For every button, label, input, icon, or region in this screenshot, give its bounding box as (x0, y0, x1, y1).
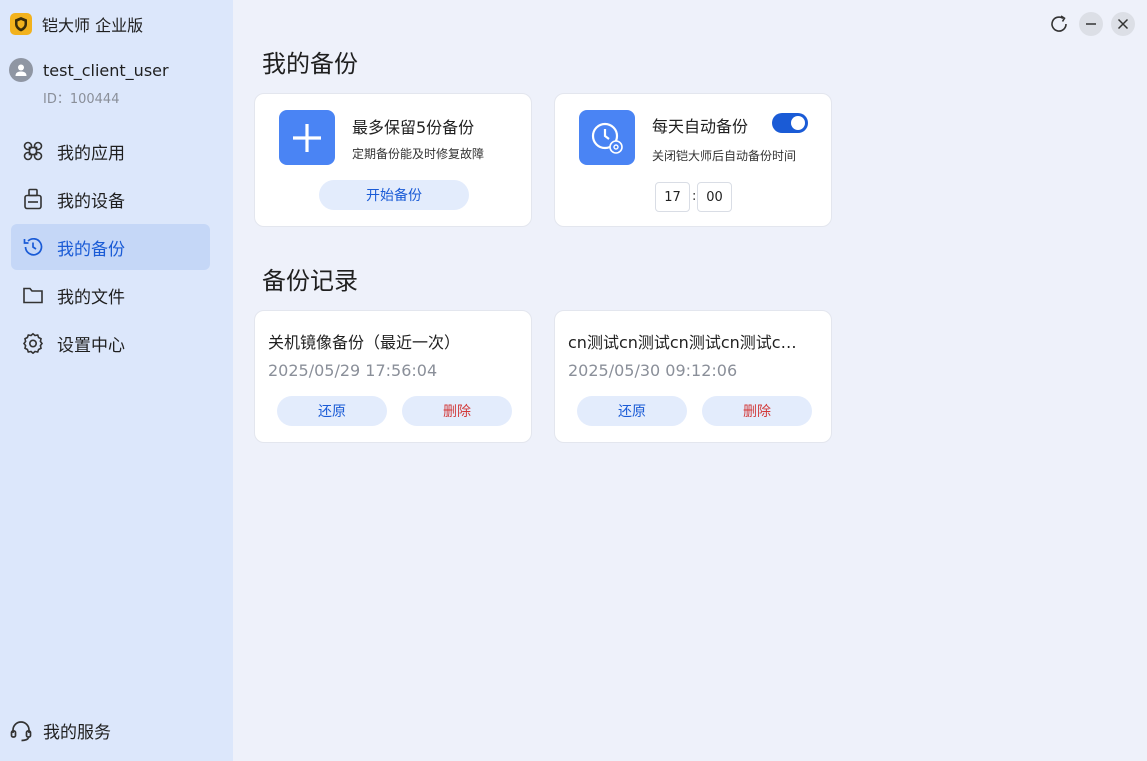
refresh-button[interactable] (1047, 12, 1071, 36)
manual-backup-card: 最多保留5份备份 定期备份能及时修复故障 开始备份 (254, 93, 532, 227)
backup-record-card: 关机镜像备份（最近一次） 2025/05/29 17:56:04 还原 删除 (254, 310, 532, 443)
auto-backup-title: 每天自动备份 (652, 117, 749, 136)
manual-backup-title: 最多保留5份备份 (352, 118, 475, 137)
sidebar-item-label: 我的应用 (57, 143, 125, 164)
backup-minute-input[interactable]: 00 (697, 182, 732, 212)
plus-icon (293, 123, 321, 152)
user-icon (15, 64, 27, 76)
user-info: test_client_user ID：100444 (9, 58, 169, 107)
auto-backup-tile (579, 110, 635, 165)
headset-icon (10, 720, 32, 741)
close-icon (1117, 18, 1129, 30)
backup-section-title: 我的备份 (262, 50, 358, 78)
record-title: 关机镜像备份（最近一次） (268, 333, 461, 352)
restore-button[interactable]: 还原 (277, 396, 387, 426)
delete-button[interactable]: 删除 (402, 396, 512, 426)
sidebar-nav: 我的应用 我的设备 我的备份 我的文件 设置中心 (11, 128, 210, 368)
manual-backup-subtitle: 定期备份能及时修复故障 (352, 147, 485, 161)
delete-button[interactable]: 删除 (702, 396, 812, 426)
user-name: test_client_user (43, 60, 169, 80)
add-backup-tile (279, 110, 335, 165)
my-service-link[interactable]: 我的服务 (9, 718, 111, 743)
gear-icon (21, 331, 45, 355)
close-button[interactable] (1111, 12, 1135, 36)
refresh-icon (1051, 15, 1067, 32)
apps-icon (21, 139, 45, 163)
sidebar: 铠大师 企业版 test_client_user ID：100444 我的应用 (0, 0, 233, 761)
record-time: 2025/05/30 09:12:06 (568, 361, 738, 380)
sidebar-item-files[interactable]: 我的文件 (11, 272, 210, 318)
sidebar-item-label: 我的设备 (57, 191, 125, 212)
restore-button[interactable]: 还原 (577, 396, 687, 426)
records-section-title: 备份记录 (262, 267, 358, 295)
record-title: cn测试cn测试cn测试cn测试cn测试cn测试 (568, 333, 804, 352)
record-time: 2025/05/29 17:56:04 (268, 361, 438, 380)
start-backup-button[interactable]: 开始备份 (319, 180, 469, 210)
folder-icon (21, 283, 45, 307)
minimize-button[interactable] (1079, 12, 1103, 36)
shield-logo-icon (10, 13, 32, 35)
toggle-knob (791, 116, 805, 130)
auto-backup-subtitle: 关闭铠大师后自动备份时间 (652, 149, 797, 163)
avatar (9, 58, 33, 82)
user-id: ID：100444 (43, 92, 120, 107)
my-service-label: 我的服务 (43, 723, 111, 743)
sidebar-item-apps[interactable]: 我的应用 (11, 128, 210, 174)
sidebar-item-backup[interactable]: 我的备份 (11, 224, 210, 270)
sidebar-item-devices[interactable]: 我的设备 (11, 176, 210, 222)
time-separator: : (692, 189, 697, 204)
brand: 铠大师 企业版 (10, 12, 143, 36)
device-icon (21, 187, 45, 211)
backup-record-card: cn测试cn测试cn测试cn测试cn测试cn测试 2025/05/30 09:1… (554, 310, 832, 443)
auto-backup-toggle[interactable] (772, 113, 808, 133)
app-title: 铠大师 企业版 (42, 16, 144, 35)
backup-hour-input[interactable]: 17 (655, 182, 690, 212)
scheduled-clock-icon (591, 122, 623, 154)
sidebar-item-label: 设置中心 (57, 335, 125, 356)
backup-history-icon (21, 235, 45, 259)
auto-backup-card: 每天自动备份 关闭铠大师后自动备份时间 17 : 00 (554, 93, 832, 227)
sidebar-item-label: 我的备份 (57, 239, 125, 260)
sidebar-item-settings[interactable]: 设置中心 (11, 320, 210, 366)
sidebar-item-label: 我的文件 (57, 287, 125, 308)
minimize-icon (1086, 23, 1096, 25)
